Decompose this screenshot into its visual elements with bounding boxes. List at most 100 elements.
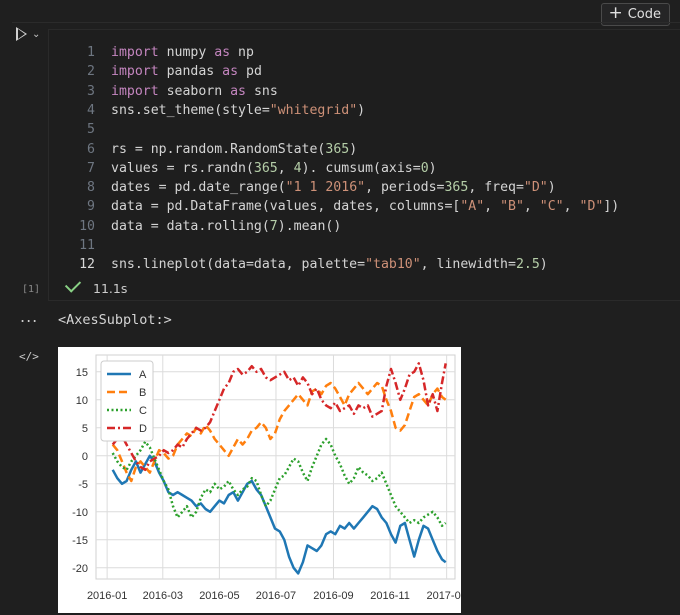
line-number: 11 bbox=[79, 238, 95, 253]
code-token: , linewidth= bbox=[420, 257, 516, 273]
y-tick-label: 10 bbox=[76, 395, 88, 407]
code-text: data = data.rolling(7).mean() bbox=[111, 219, 341, 234]
line-number: 3 bbox=[87, 83, 95, 99]
code-token: 365 bbox=[444, 180, 469, 196]
code-token: import bbox=[111, 64, 159, 80]
code-token: numpy bbox=[158, 45, 215, 60]
code-token: values = rs.randn( bbox=[111, 160, 254, 176]
x-tick-label: 2016-11 bbox=[370, 590, 410, 602]
code-token: 2.5 bbox=[515, 257, 540, 273]
code-token: , bbox=[523, 199, 540, 215]
code-token: as bbox=[222, 64, 239, 80]
code-token: , bbox=[484, 199, 501, 215]
run-controls: ⌄ bbox=[16, 27, 40, 41]
code-token: pandas bbox=[158, 64, 223, 80]
code-token: "whitegrid" bbox=[269, 102, 358, 118]
code-line-12[interactable]: 12 sns.lineplot(data=data, palette="tab10… bbox=[49, 255, 679, 274]
plus-icon: + bbox=[608, 3, 623, 23]
add-code-label: Code bbox=[627, 7, 661, 22]
code-line-4[interactable]: 4 sns.set_theme(style="whitegrid") bbox=[49, 101, 679, 120]
line-number: 6 bbox=[87, 141, 95, 157]
x-tick-label: 2016-05 bbox=[199, 590, 239, 602]
code-token: rs = np.random.RandomState( bbox=[111, 141, 326, 157]
code-line-11[interactable]: 11 bbox=[49, 236, 679, 255]
run-cell-icon[interactable] bbox=[16, 27, 27, 41]
code-token: 0 bbox=[420, 160, 429, 176]
code-token: ). cumsum(axis= bbox=[301, 160, 421, 176]
code-text: data = pd.DataFrame(values, dates, colum… bbox=[111, 199, 619, 214]
code-token: "A" bbox=[460, 199, 485, 215]
code-token: "D" bbox=[523, 180, 548, 196]
code-line-8[interactable]: 8 dates = pd.date_range("1 1 2016", perio… bbox=[49, 178, 679, 197]
code-token: sns.lineplot(data=data, palette= bbox=[111, 257, 366, 273]
code-line-2[interactable]: 2 import pandas as pd bbox=[49, 62, 679, 81]
code-token: "1 1 2016" bbox=[285, 180, 366, 196]
code-line-10[interactable]: 10 data = data.rolling(7).mean() bbox=[49, 217, 679, 236]
execution-count: [1] bbox=[22, 284, 41, 295]
line-number: 8 bbox=[87, 180, 95, 196]
x-tick-label: 2017-01 bbox=[426, 590, 461, 602]
y-tick-label: 15 bbox=[76, 367, 88, 379]
output-text: <AxesSubplot:> bbox=[58, 312, 172, 328]
code-line-9[interactable]: 9 data = pd.DataFrame(values, dates, colu… bbox=[49, 197, 679, 216]
code-token: ).mean() bbox=[277, 218, 342, 234]
legend-label-B: B bbox=[139, 387, 146, 399]
code-line-6[interactable]: 6 rs = np.random.RandomState(365) bbox=[49, 140, 679, 159]
legend-label-A: A bbox=[139, 369, 147, 381]
code-token: data = data.rolling( bbox=[111, 218, 270, 234]
line-number: 10 bbox=[79, 218, 95, 234]
line-number: 2 bbox=[87, 64, 95, 80]
code-text: rs = np.random.RandomState(365) bbox=[111, 142, 357, 157]
x-tick-label: 2016-01 bbox=[87, 590, 127, 602]
line-number: 5 bbox=[87, 122, 95, 138]
code-line-5[interactable]: 5 bbox=[49, 120, 679, 139]
code-token: ) bbox=[349, 141, 358, 157]
x-tick-label: 2016-03 bbox=[143, 590, 183, 602]
code-text: sns.lineplot(data=data, palette="tab10",… bbox=[111, 257, 548, 272]
legend-label-D: D bbox=[139, 423, 147, 435]
y-tick-label: -20 bbox=[72, 563, 88, 575]
notebook-toolbar: + Code bbox=[0, 0, 680, 26]
code-text: import numpy as np bbox=[111, 45, 254, 60]
line-number: 4 bbox=[87, 102, 95, 118]
output-more-icon[interactable]: ... bbox=[20, 307, 38, 326]
code-token: seaborn bbox=[158, 83, 231, 99]
code-line-1[interactable]: 1 import numpy as np bbox=[49, 43, 679, 62]
y-tick-label: -15 bbox=[72, 535, 88, 547]
code-token: import bbox=[111, 83, 159, 99]
code-token: import bbox=[111, 45, 159, 60]
code-text: sns.set_theme(style="whitegrid") bbox=[111, 103, 365, 118]
code-token: ]) bbox=[603, 199, 620, 215]
y-tick-label: -5 bbox=[78, 479, 88, 491]
code-line-3[interactable]: 3 import seaborn as sns bbox=[49, 82, 679, 101]
code-text: import pandas as pd bbox=[111, 64, 262, 79]
line-number: 12 bbox=[79, 257, 95, 273]
code-token: 365 bbox=[253, 160, 278, 176]
code-token: "C" bbox=[539, 199, 564, 215]
code-line-7[interactable]: 7 values = rs.randn(365, 4). cumsum(axis=… bbox=[49, 159, 679, 178]
execution-time: 11.1s bbox=[93, 281, 128, 296]
line-number: 1 bbox=[87, 45, 95, 60]
code-token: "D" bbox=[579, 199, 604, 215]
code-text: dates = pd.date_range("1 1 2016", period… bbox=[111, 180, 556, 195]
code-token: ) bbox=[357, 102, 366, 118]
code-token: , periods= bbox=[365, 180, 445, 196]
code-editor[interactable]: 1 import numpy as np 2 import pandas as pd 3… bbox=[48, 29, 680, 301]
plot-output: 15 10 5 0 -5 -10 -15 -20 2016-01 2016-03 2016-05 20… bbox=[58, 347, 461, 613]
legend-label-C: C bbox=[139, 405, 147, 417]
code-token: ) bbox=[547, 180, 556, 196]
y-tick-label: 5 bbox=[82, 423, 88, 435]
code-token: "tab10" bbox=[365, 257, 421, 273]
code-token: , freq= bbox=[468, 180, 524, 196]
code-token: data = pd.DataFrame(values, dates, colum… bbox=[111, 199, 461, 215]
y-tick-label: -10 bbox=[72, 507, 88, 519]
code-token: ) bbox=[539, 257, 548, 273]
output-code-icon[interactable]: </> bbox=[19, 350, 39, 363]
chevron-down-icon[interactable]: ⌄ bbox=[32, 29, 40, 40]
code-token: pd bbox=[238, 64, 262, 80]
code-cell[interactable]: ⌄ 1 import numpy as np 2 import pandas as p… bbox=[12, 22, 680, 301]
code-token: 365 bbox=[325, 141, 350, 157]
y-tick-label: 0 bbox=[82, 451, 88, 463]
line-number: 7 bbox=[87, 160, 95, 176]
code-text: import seaborn as sns bbox=[111, 84, 278, 99]
